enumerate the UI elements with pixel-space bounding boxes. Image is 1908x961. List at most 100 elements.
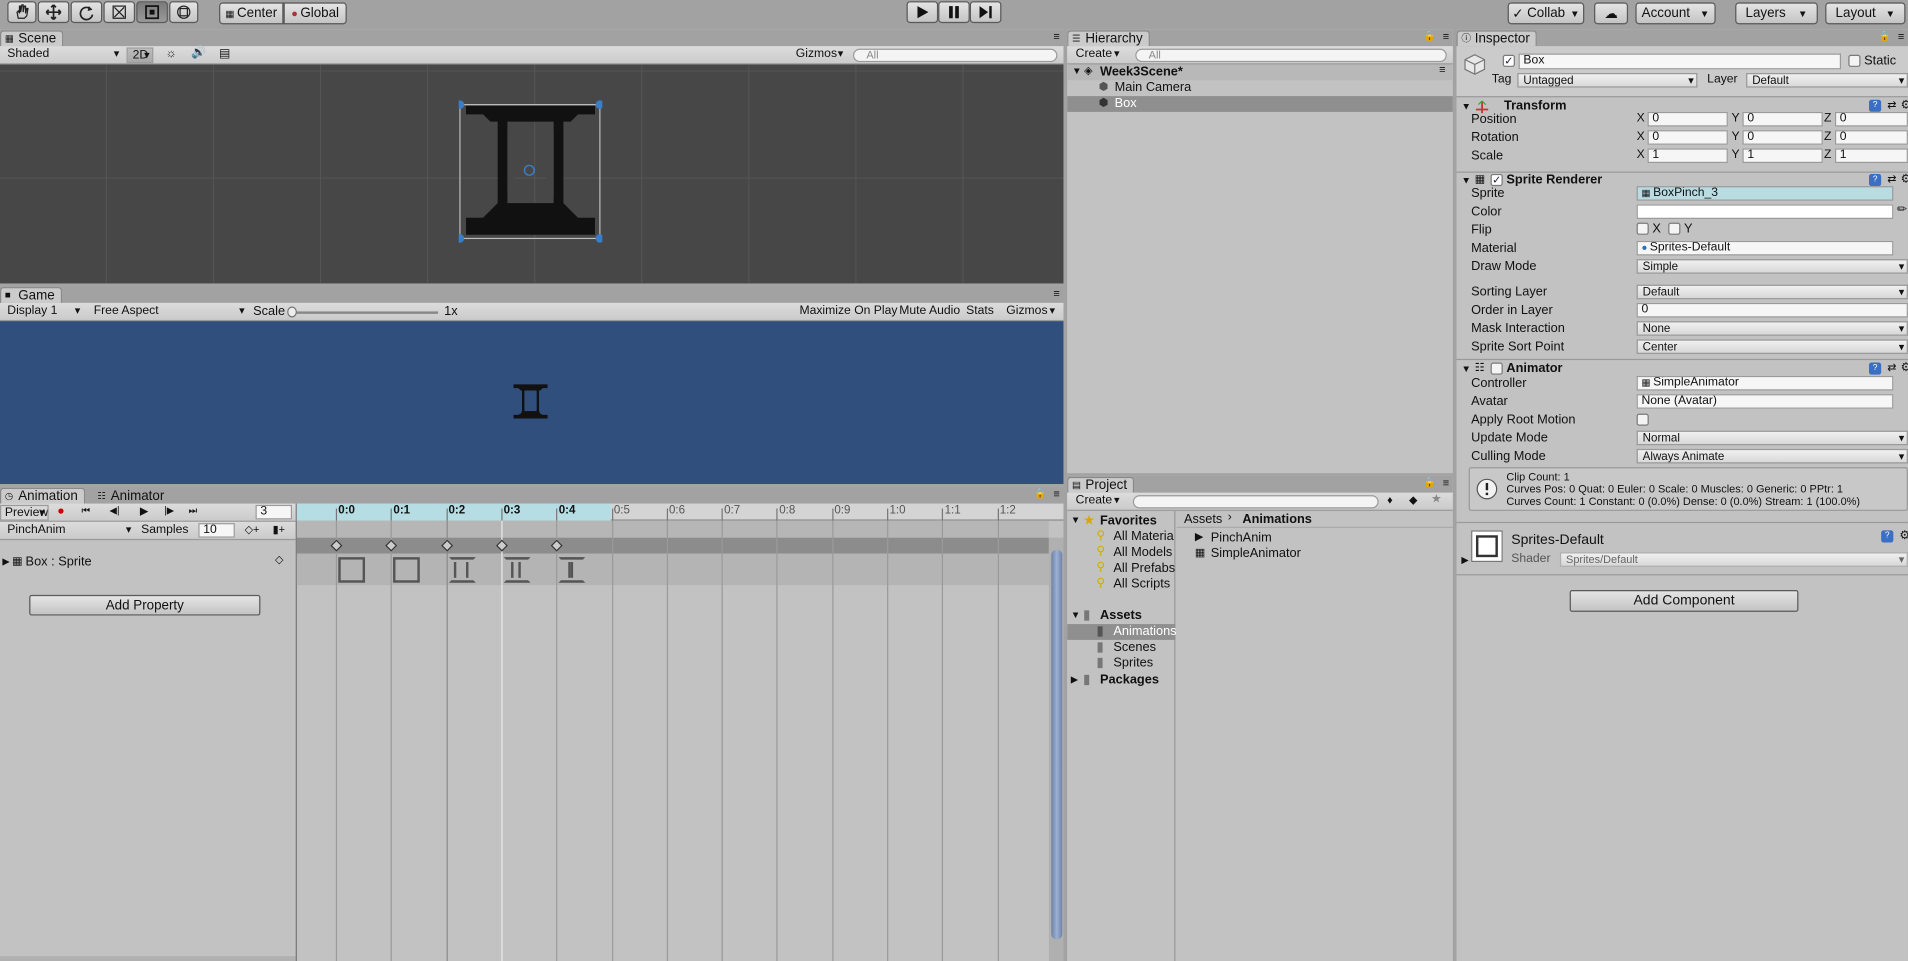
animator-enabled-checkbox[interactable] (1490, 362, 1503, 375)
box-sprite-scene[interactable] (458, 99, 603, 245)
scale-slider[interactable] (289, 311, 439, 314)
effects-icon[interactable]: ▤ (219, 47, 231, 60)
draw-mode-dropdown[interactable]: Simple (1636, 259, 1908, 274)
panel-menu-icon[interactable]: ≡ (1443, 30, 1449, 42)
property-row[interactable]: ▶ ▦ Box : Sprite ◇ (0, 552, 296, 572)
expand-triangle-icon[interactable]: ▼ (1072, 66, 1082, 77)
project-create-dropdown[interactable]: Create (1071, 494, 1122, 510)
tab-animation[interactable]: ◷ Animation (0, 487, 86, 504)
expand-triangle-icon[interactable]: ▶ (2, 556, 9, 567)
favorite-item[interactable]: ⚲ All Materia (1067, 529, 1175, 545)
culling-mode-dropdown[interactable]: Always Animate (1636, 448, 1908, 464)
project-search-input[interactable] (1132, 495, 1379, 509)
assets-folder-label[interactable]: Assets (1100, 608, 1142, 623)
scl-x-input[interactable]: 1 (1647, 148, 1728, 164)
pos-x-input[interactable]: 0 (1647, 111, 1728, 127)
preset-icon[interactable]: ⇄ (1887, 361, 1896, 374)
flip-x-checkbox[interactable] (1636, 222, 1649, 235)
panel-menu-icon[interactable]: ≡ (1053, 30, 1059, 42)
scl-y-input[interactable]: 1 (1742, 148, 1823, 164)
mask-interaction-dropdown[interactable]: None (1636, 321, 1908, 336)
lock-icon[interactable]: 🔒 (1424, 30, 1436, 41)
favorites-label[interactable]: Favorites (1100, 513, 1157, 528)
sprite-keyframe-thumbnail[interactable] (503, 557, 531, 583)
sprite-keyframe-thumbnail[interactable] (393, 557, 421, 583)
frame-input[interactable]: 3 (255, 504, 293, 520)
shading-mode-dropdown[interactable]: Shaded (2, 47, 121, 63)
sprite-keyframe-thumbnail[interactable] (338, 557, 366, 583)
add-component-button[interactable]: Add Component (1569, 590, 1799, 612)
aspect-dropdown[interactable]: Free Aspect (89, 304, 247, 320)
add-property-button[interactable]: Add Property (29, 594, 261, 616)
flip-y-checkbox[interactable] (1668, 222, 1681, 235)
panel-menu-icon[interactable]: ≡ (1443, 477, 1449, 489)
sprite-sort-point-dropdown[interactable]: Center (1636, 339, 1908, 355)
panel-menu-icon[interactable]: ≡ (1053, 488, 1059, 500)
favorite-item[interactable]: ⚲ All Models (1067, 545, 1175, 561)
asset-item[interactable]: ▶ PinchAnim (1177, 530, 1453, 546)
clip-dropdown[interactable]: PinchAnim (2, 523, 133, 539)
gizmos-dropdown[interactable]: Gizmos (791, 47, 846, 63)
transform-tool-button[interactable] (169, 1, 199, 24)
asset-item[interactable]: ▦ SimpleAnimator (1177, 546, 1453, 562)
scene-search-input[interactable]: All (852, 48, 1058, 63)
preset-icon[interactable]: ⇄ (1887, 99, 1896, 112)
help-icon[interactable]: ? (1881, 530, 1894, 543)
pivot-center-button[interactable]: ▦ Center (219, 2, 284, 25)
tab-project[interactable]: ▤ Project (1067, 476, 1135, 493)
lock-icon[interactable]: 🔒 (1424, 477, 1436, 488)
next-keyframe-icon[interactable]: |▶ (164, 505, 174, 516)
favorite-item[interactable]: ⚲ All Scripts (1067, 577, 1175, 593)
sprite-keyframe-thumbnail[interactable] (448, 557, 476, 583)
rotate-tool-button[interactable] (70, 1, 103, 24)
add-event-icon[interactable]: ▮+ (273, 523, 285, 536)
playhead[interactable] (501, 520, 503, 961)
update-mode-dropdown[interactable]: Normal (1636, 430, 1908, 446)
sorting-layer-dropdown[interactable]: Default (1636, 284, 1908, 300)
scl-z-input[interactable]: 1 (1834, 148, 1908, 164)
lock-icon[interactable]: 🔒 (1034, 488, 1046, 499)
apply-root-motion-checkbox[interactable] (1636, 413, 1649, 426)
timeline-scroll-thumb[interactable] (1051, 549, 1063, 940)
samples-input[interactable]: 10 (198, 523, 235, 538)
prev-keyframe-icon[interactable]: ◀| (110, 505, 120, 516)
pos-y-input[interactable]: 0 (1742, 111, 1823, 127)
timeline-area[interactable]: 0:0 0:1 0:2 0:3 0:4 0:5 0:6 0:7 0:8 0:9 1:0 1:1 1:2 (295, 503, 1064, 961)
hand-tool-button[interactable] (7, 1, 37, 24)
panel-menu-icon[interactable]: ≡ (1053, 287, 1059, 299)
filter-type-icon[interactable]: ♦ (1387, 494, 1393, 506)
favorite-star-icon[interactable]: ★ (1431, 493, 1442, 506)
rot-z-input[interactable]: 0 (1834, 130, 1908, 145)
stats-toggle[interactable]: Stats (966, 304, 994, 317)
gear-icon[interactable]: ⚙ (1899, 529, 1908, 542)
help-icon[interactable]: ? (1869, 362, 1882, 375)
2d-toggle[interactable]: 2D (126, 47, 154, 64)
collapse-triangle-icon[interactable]: ▶ (1071, 674, 1078, 685)
panel-menu-icon[interactable]: ≡ (1898, 30, 1904, 42)
hierarchy-create-dropdown[interactable]: Create (1071, 47, 1122, 63)
filter-label-icon[interactable]: ◆ (1409, 494, 1417, 507)
first-keyframe-icon[interactable]: ⏮ (82, 505, 91, 517)
tab-game[interactable]: ■ Game (0, 287, 63, 303)
display-dropdown[interactable]: Display 1 (2, 304, 82, 320)
favorite-item[interactable]: ⚲ All Prefabs (1067, 561, 1175, 577)
folder-item-scenes[interactable]: ▮ Scenes (1067, 640, 1175, 656)
keyframe-diamond-icon[interactable]: ◇ (275, 554, 283, 567)
layer-dropdown[interactable]: Default (1746, 72, 1908, 88)
tab-hierarchy[interactable]: ☰ Hierarchy (1067, 30, 1150, 47)
rot-y-input[interactable]: 0 (1742, 130, 1823, 145)
scale-slider-thumb[interactable] (287, 306, 297, 318)
shader-dropdown[interactable]: Sprites/Default (1559, 552, 1908, 567)
maximize-on-play-toggle[interactable]: Maximize On Play (799, 304, 897, 317)
help-icon[interactable]: ? (1869, 99, 1882, 112)
game-gizmos-dropdown[interactable]: Gizmos (1001, 304, 1057, 320)
layout-dropdown[interactable]: Layout ▼ (1825, 2, 1906, 25)
color-field[interactable] (1636, 204, 1894, 219)
order-in-layer-input[interactable]: 0 (1636, 302, 1908, 318)
gear-icon[interactable]: ⚙ (1901, 99, 1908, 112)
folder-item-animations[interactable]: ▮ Animations (1067, 624, 1177, 640)
active-checkbox[interactable]: ✓ (1502, 54, 1515, 67)
mute-audio-toggle[interactable]: Mute Audio (899, 304, 960, 317)
tag-dropdown[interactable]: Untagged (1517, 72, 1698, 88)
gear-icon[interactable]: ⚙ (1901, 361, 1908, 374)
